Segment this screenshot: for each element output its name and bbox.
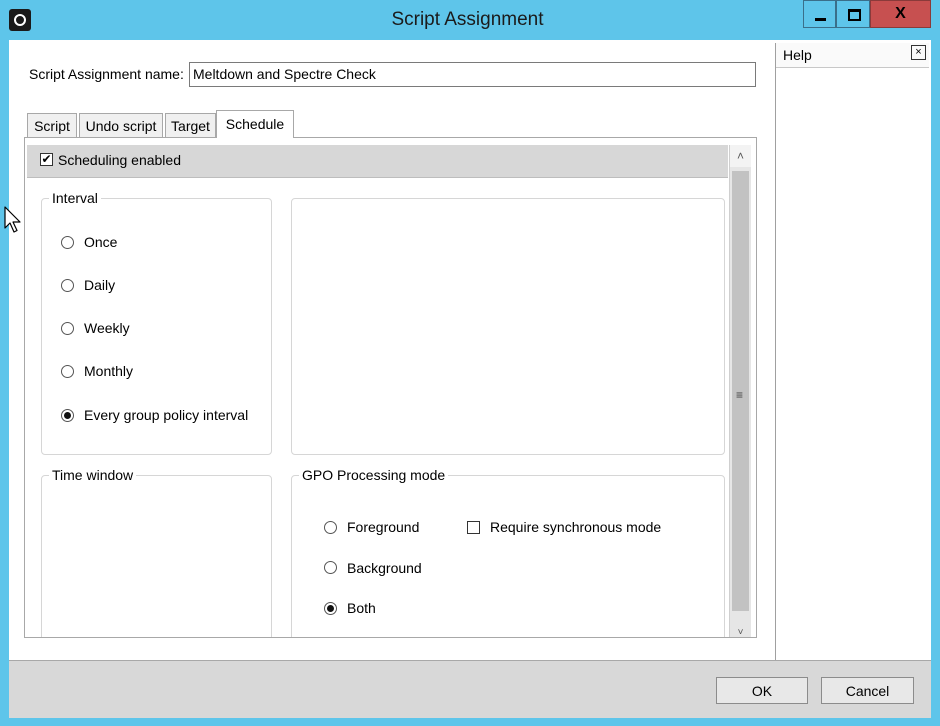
- interval-monthly-label[interactable]: Monthly: [84, 363, 133, 379]
- interval-once-label[interactable]: Once: [84, 234, 117, 250]
- interval-weekly-label[interactable]: Weekly: [84, 320, 130, 336]
- maximize-button[interactable]: [836, 0, 870, 28]
- help-header: Help ×: [776, 43, 929, 68]
- require-sync-checkbox[interactable]: [467, 521, 480, 534]
- schedule-tab-panel: ✔ Scheduling enabled Interval Once Daily…: [24, 137, 757, 638]
- mouse-cursor-icon: [4, 206, 21, 233]
- close-button[interactable]: X: [870, 0, 931, 28]
- interval-weekly-radio[interactable]: [61, 322, 74, 335]
- close-icon: X: [895, 5, 906, 22]
- time-window-group: [41, 475, 272, 637]
- assignment-name-label: Script Assignment name:: [29, 66, 184, 82]
- gpo-background-radio[interactable]: [324, 561, 337, 574]
- gpo-foreground-radio[interactable]: [324, 521, 337, 534]
- interval-monthly-radio[interactable]: [61, 365, 74, 378]
- title-bar[interactable]: Script Assignment: [0, 0, 940, 40]
- require-sync-label[interactable]: Require synchronous mode: [490, 519, 661, 535]
- help-title: Help: [783, 47, 812, 63]
- window-title: Script Assignment: [391, 9, 544, 30]
- gpo-both-radio[interactable]: [324, 602, 337, 615]
- scheduling-enabled-checkbox[interactable]: ✔: [40, 153, 53, 166]
- interval-group-title: Interval: [49, 190, 101, 206]
- tab-undo-script[interactable]: Undo script: [79, 113, 163, 137]
- interval-once-radio[interactable]: [61, 236, 74, 249]
- scrollbar-thumb[interactable]: ≡: [732, 171, 749, 611]
- ok-button[interactable]: OK: [716, 677, 808, 704]
- tab-target[interactable]: Target: [165, 113, 216, 137]
- help-panel: Help ×: [775, 43, 929, 660]
- interval-gp-interval-label[interactable]: Every group policy interval: [84, 407, 248, 423]
- scheduling-enabled-label[interactable]: Scheduling enabled: [58, 152, 181, 168]
- dialog-footer: OK Cancel: [9, 660, 931, 718]
- cancel-button[interactable]: Cancel: [821, 677, 914, 704]
- tab-script[interactable]: Script: [27, 113, 77, 137]
- vertical-scrollbar[interactable]: ˄ ≡ ˅: [729, 145, 751, 637]
- assignment-name-input[interactable]: Meltdown and Spectre Check: [189, 62, 756, 87]
- tab-schedule[interactable]: Schedule: [216, 110, 294, 138]
- help-close-icon[interactable]: ×: [911, 45, 926, 60]
- interval-daily-radio[interactable]: [61, 279, 74, 292]
- gpo-both-label[interactable]: Both: [347, 600, 376, 616]
- gpo-foreground-label[interactable]: Foreground: [347, 519, 419, 535]
- gpo-mode-title: GPO Processing mode: [299, 467, 449, 483]
- scroll-down-icon[interactable]: ˅: [730, 627, 751, 637]
- scroll-up-icon[interactable]: ˄: [730, 145, 751, 167]
- gpo-background-label[interactable]: Background: [347, 560, 422, 576]
- scheduling-enabled-bar: ✔ Scheduling enabled: [27, 145, 728, 178]
- interval-gp-interval-radio[interactable]: [61, 409, 74, 422]
- scrollbar-grip-icon: ≡: [736, 388, 744, 402]
- time-window-title: Time window: [49, 467, 137, 483]
- interval-daily-label[interactable]: Daily: [84, 277, 115, 293]
- interval-details-group: [291, 198, 725, 455]
- minimize-button[interactable]: [803, 0, 836, 28]
